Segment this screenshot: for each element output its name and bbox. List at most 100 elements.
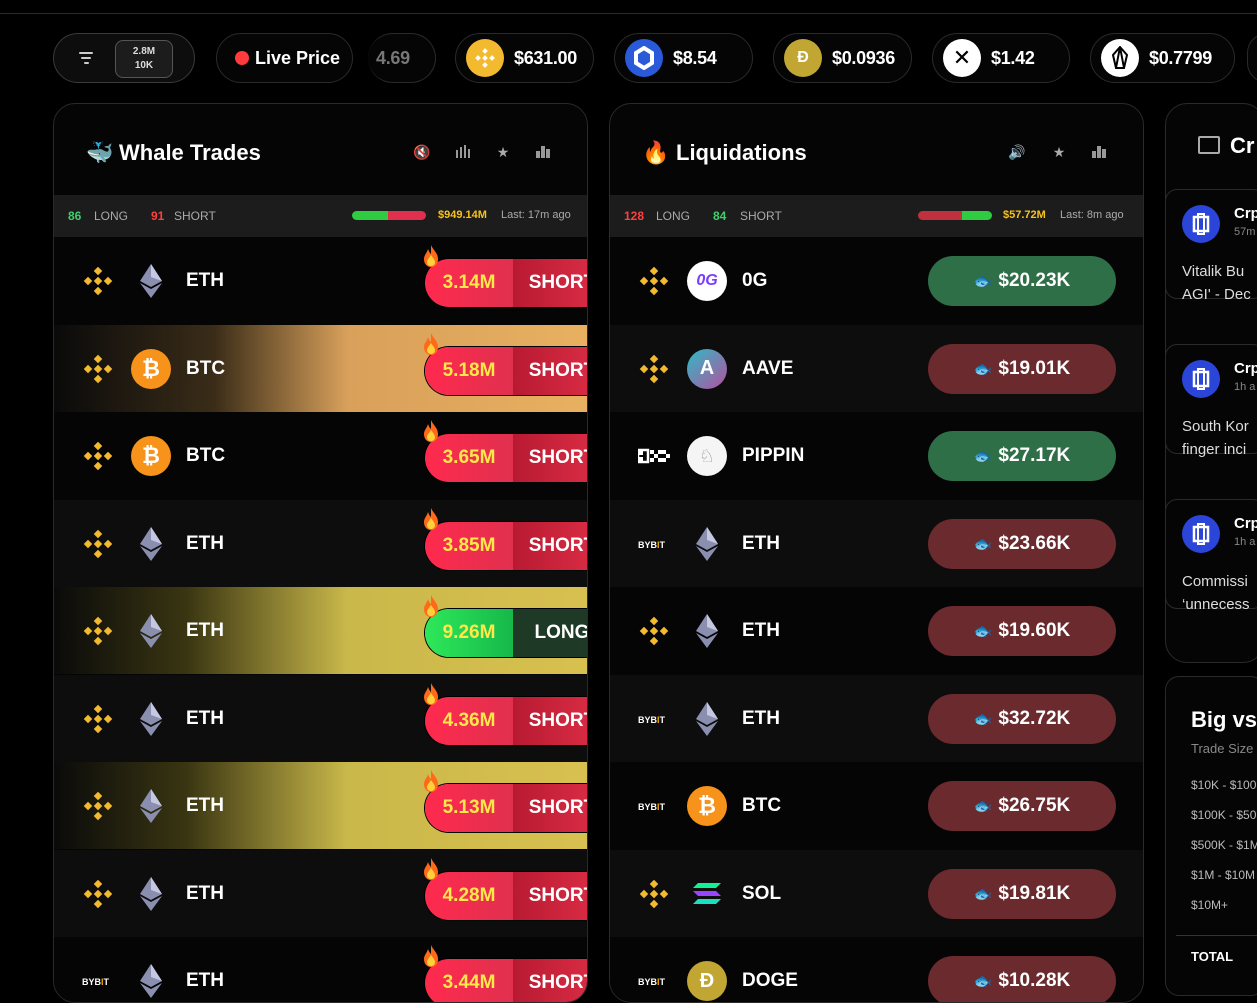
liquidation-amount-pill[interactable]: 🐟 $19.01K xyxy=(928,343,1116,394)
bybit-logo-icon: BYBIT xyxy=(82,965,114,997)
filter-bottom-value: 10K xyxy=(134,60,154,71)
panel-title: Whale Trades xyxy=(119,140,261,165)
coin-symbol: 0G xyxy=(742,270,768,291)
liquidation-row[interactable]: BYBIT ETH 🐟 $23.66K xyxy=(610,499,1143,587)
liquidation-row[interactable]: ♘ PIPPIN 🐟 $27.17K xyxy=(610,412,1143,499)
size-bucket-label: $500K - $1M xyxy=(1191,838,1257,852)
liquidation-row[interactable]: BYBIT ETH 🐟 $32.72K xyxy=(610,674,1143,762)
news-source-avatar xyxy=(1182,205,1220,243)
star-icon[interactable]: ★ xyxy=(1050,144,1068,162)
whale-stats-bar: 86 LONG 91 SHORT $949.14M Last: 17m ago xyxy=(54,195,587,237)
trade-size-pill[interactable]: 9.26M LONG xyxy=(425,609,587,657)
news-source: Crp xyxy=(1234,360,1257,377)
ticker-item-xrp[interactable]: ✕ $1.42 xyxy=(932,33,1070,83)
coin-symbol: ETH xyxy=(186,532,224,554)
fish-icon: 🐟 xyxy=(973,798,993,815)
news-headline: Vitalik Bu AGI' - Dec xyxy=(1182,263,1251,303)
liquidation-amount: $19.01K xyxy=(998,357,1071,379)
eth-coin-icon xyxy=(131,524,171,564)
liquidation-amount-pill[interactable]: 🐟 $19.81K xyxy=(928,868,1116,919)
eth-coin-icon xyxy=(131,699,171,739)
liquidation-amount-pill[interactable]: 🐟 $27.17K xyxy=(928,431,1116,481)
whale-trade-row[interactable]: ETH 4.36MSHORT xyxy=(54,674,587,762)
size-filter-button[interactable]: 2.8M 10K xyxy=(53,33,195,83)
ticker-item-bnb[interactable]: $631.00 xyxy=(455,33,594,83)
whale-trade-row[interactable]: BYBIT ETH 3.44MSHORT xyxy=(54,937,587,1002)
liquidation-row[interactable]: ETH 🐟 $19.60K xyxy=(610,587,1143,674)
liquidation-amount-pill[interactable]: 🐟 $26.75K xyxy=(928,781,1116,831)
liquidation-amount-pill[interactable]: 🐟 $20.23K xyxy=(928,256,1116,306)
binance-logo-icon xyxy=(82,528,114,560)
panel-title: Cr xyxy=(1230,133,1255,158)
liquidation-amount-pill[interactable]: 🐟 $23.66K xyxy=(928,518,1116,569)
binance-logo-icon xyxy=(82,703,114,735)
whale-trade-row[interactable]: ETH 5.13MSHORT xyxy=(54,762,587,849)
news-headline: Commissi ‘unnecess xyxy=(1182,573,1250,613)
liquidation-row[interactable]: A AAVE 🐟 $19.01K xyxy=(610,324,1143,412)
flame-icon xyxy=(423,945,439,967)
ticker-item-partial-right[interactable] xyxy=(1247,33,1257,83)
bybit-logo-icon: BYBIT xyxy=(638,703,670,735)
flame-icon xyxy=(423,332,439,355)
bars-icon[interactable] xyxy=(454,144,472,162)
0g-coin-icon: 0G xyxy=(687,261,727,301)
flame-icon xyxy=(423,682,439,705)
liquidation-amount-pill[interactable]: 🐟 $19.60K xyxy=(928,606,1116,656)
whale-trade-row[interactable]: ETH 3.14MSHORT xyxy=(54,237,587,324)
newspaper-icon xyxy=(1198,136,1220,154)
whale-trade-row[interactable]: ₿ BTC 5.18MSHORT xyxy=(54,324,587,412)
ticker-item-link[interactable]: $8.54 xyxy=(614,33,753,83)
trade-size-pill[interactable]: 5.18MSHORT xyxy=(425,346,587,395)
coin-symbol: BTC xyxy=(186,445,226,466)
binance-logo-icon xyxy=(82,353,114,385)
whale-trade-row[interactable]: ETH 9.26M LONG xyxy=(54,587,587,674)
coin-symbol: DOGE xyxy=(742,970,798,991)
trade-size-pill[interactable]: 3.44MSHORT xyxy=(425,959,587,1002)
trade-size-pill[interactable]: 5.13MSHORT xyxy=(425,784,587,832)
live-price-toggle[interactable]: Live Price xyxy=(216,33,353,83)
trade-size-pill[interactable]: 3.85MSHORT xyxy=(425,521,587,570)
trade-side: SHORT xyxy=(513,784,587,832)
ticker-item-partial[interactable]: 4.69 xyxy=(368,33,436,83)
liquidation-amount-pill[interactable]: 🐟 $10.28K xyxy=(928,956,1116,1002)
news-item[interactable]: Crp 1h a South Kor finger inci xyxy=(1165,344,1257,458)
whale-trade-row[interactable]: ETH 3.85MSHORT xyxy=(54,499,587,587)
coin-symbol: ETH xyxy=(186,970,224,991)
fish-icon: 🐟 xyxy=(973,360,993,378)
eth-coin-icon xyxy=(131,261,171,301)
binance-logo-icon xyxy=(638,353,670,385)
trade-side: SHORT xyxy=(513,259,587,307)
trade-size-pill[interactable]: 4.36MSHORT xyxy=(425,696,587,745)
whale-trade-row[interactable]: ETH 4.28MSHORT xyxy=(54,849,587,937)
news-item[interactable]: Crp 1h a Commissi ‘unnecess xyxy=(1165,499,1257,613)
chart-icon[interactable] xyxy=(1090,144,1108,162)
coin-symbol: ETH xyxy=(742,707,780,729)
trade-size-pill[interactable]: 3.65MSHORT xyxy=(425,434,587,482)
trade-size-pill[interactable]: 3.14MSHORT xyxy=(425,259,587,307)
fish-icon: 🐟 xyxy=(973,448,993,465)
liquidation-row[interactable]: 0G 0G 🐟 $20.23K xyxy=(610,237,1143,324)
ticker-item-eos[interactable]: $0.7799 xyxy=(1090,33,1235,83)
trade-side: SHORT xyxy=(513,696,587,745)
flame-icon xyxy=(423,770,439,792)
ticker-item-doge[interactable]: Ð $0.0936 xyxy=(773,33,912,83)
long-label: LONG xyxy=(94,209,129,223)
star-icon[interactable]: ★ xyxy=(494,144,512,162)
sound-icon[interactable]: 🔊 xyxy=(1008,144,1026,162)
trade-size-pill[interactable]: 4.28MSHORT xyxy=(425,871,587,920)
eth-coin-icon xyxy=(687,699,727,739)
news-item[interactable]: Crp 57m Vitalik Bu AGI' - Dec xyxy=(1165,189,1257,303)
binance-logo-icon xyxy=(82,265,114,297)
liquidation-amount-pill[interactable]: 🐟 $32.72K xyxy=(928,693,1116,744)
liquidation-row[interactable]: BYBIT ₿ BTC 🐟 $26.75K xyxy=(610,762,1143,849)
live-dot-icon xyxy=(235,51,249,65)
whale-trade-row[interactable]: ₿ BTC 3.65MSHORT xyxy=(54,412,587,499)
binance-logo-icon xyxy=(82,615,114,647)
mute-icon[interactable]: 🔇 xyxy=(413,144,431,162)
chart-icon[interactable] xyxy=(534,144,552,162)
liquidation-row[interactable]: BYBIT Ð DOGE 🐟 $10.28K xyxy=(610,937,1143,1002)
trade-side: SHORT xyxy=(513,959,587,1002)
liquidation-row[interactable]: SOL 🐟 $19.81K xyxy=(610,849,1143,937)
ticker-price: $8.54 xyxy=(673,47,717,68)
coin-symbol: ETH xyxy=(186,795,224,816)
